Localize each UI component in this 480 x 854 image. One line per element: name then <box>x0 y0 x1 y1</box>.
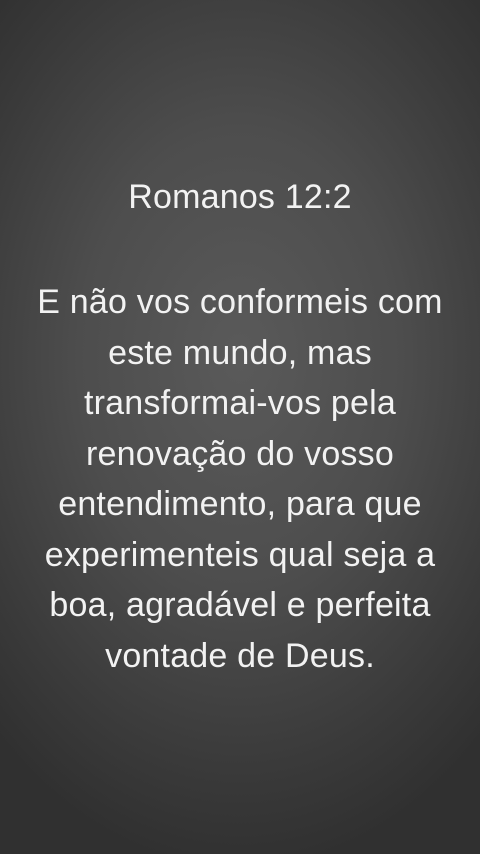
verse-reference: Romanos 12:2 <box>128 178 352 216</box>
verse-line: vontade de Deus. <box>105 636 375 675</box>
verse-line: este mundo, mas <box>108 333 372 372</box>
verse-line: transformai-vos pela <box>83 384 396 422</box>
verse-line: experimenteis qual seja a <box>44 535 436 574</box>
verse-card: Romanos 12:2 E não vos conformeis com es… <box>0 0 480 854</box>
verse-line: renovação do vosso <box>86 434 394 473</box>
verse-line: E não vos conformeis com <box>37 283 443 321</box>
verse-text: E não vos conformeis com este mundo, mas… <box>0 277 480 681</box>
verse-line: entendimento, para que <box>58 485 422 523</box>
verse-line: boa, agradável e perfeita <box>49 586 431 624</box>
